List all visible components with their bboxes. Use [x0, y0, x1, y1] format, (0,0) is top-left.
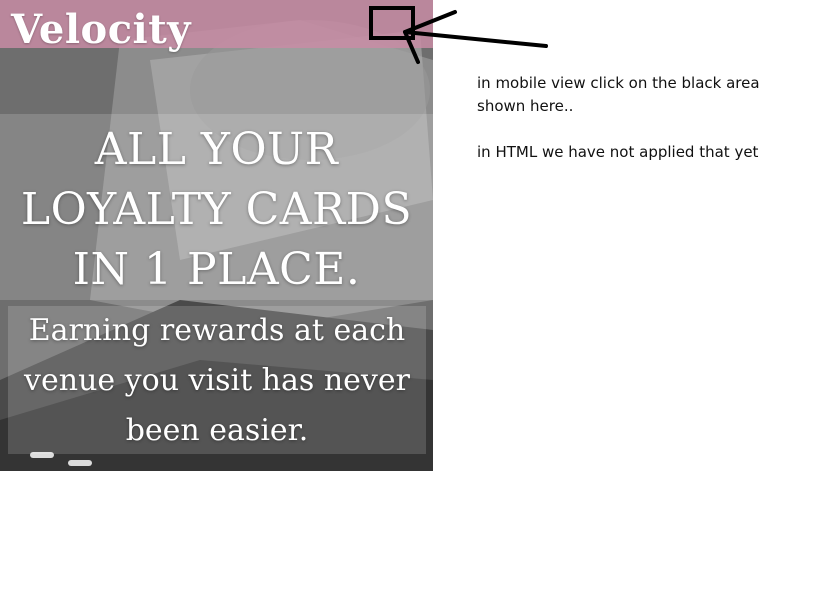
note-text: in HTML we have not applied that yet [477, 143, 759, 161]
annotation-note: in mobile view click on the black area s… [477, 72, 767, 187]
note-text: in mobile view click on the black area s… [477, 74, 760, 115]
